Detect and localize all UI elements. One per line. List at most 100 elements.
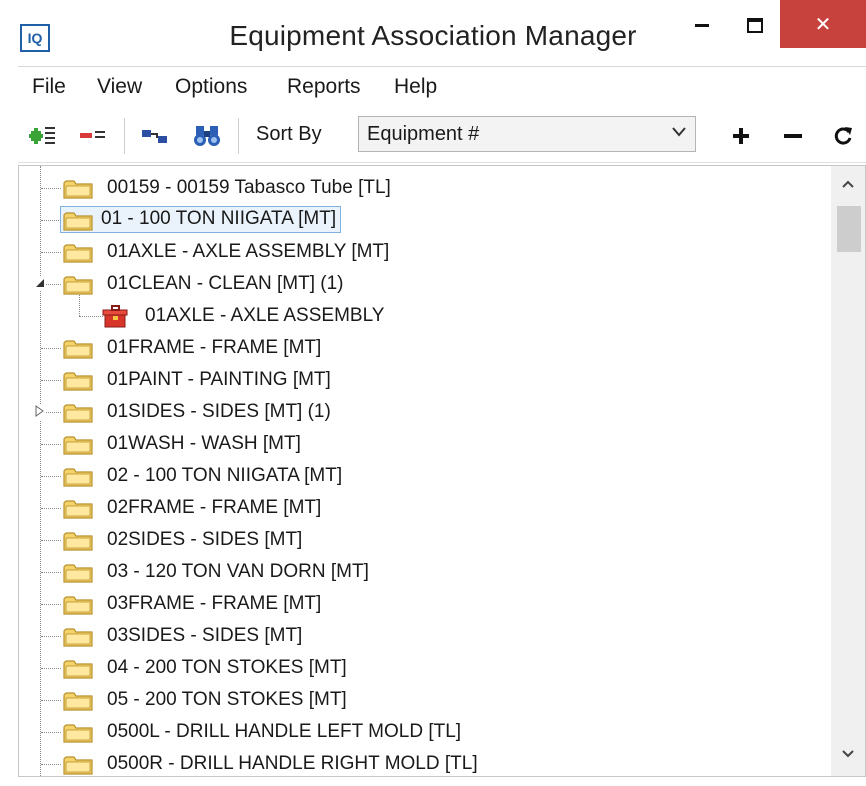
close-button[interactable]: ✕ xyxy=(780,0,866,48)
tree-item-label: 01WASH - WASH [MT] xyxy=(107,433,301,454)
tree-item[interactable]: 01SIDES - SIDES [MT] (1) xyxy=(19,396,829,428)
folder-icon xyxy=(63,467,93,487)
tree-guide-line xyxy=(41,476,61,477)
tree-guide-line xyxy=(41,636,61,637)
tree-item-label: 01AXLE - AXLE ASSEMBLY [MT] xyxy=(107,241,390,262)
tree-guide-line xyxy=(41,700,61,701)
expanded-triangle-icon[interactable] xyxy=(35,277,45,291)
folder-icon xyxy=(63,499,93,519)
toolbar: Sort By Equipment # xyxy=(18,110,866,163)
menu-reports[interactable]: Reports xyxy=(287,75,361,99)
tree-item-label: 01AXLE - AXLE ASSEMBLY xyxy=(145,305,385,326)
tree-guide-line xyxy=(41,380,61,381)
tree-guide-line xyxy=(41,764,61,765)
tree-guide-line xyxy=(41,668,61,669)
expand-all-button[interactable] xyxy=(726,122,756,150)
tree-item[interactable]: 0500R - DRILL HANDLE RIGHT MOLD [TL] xyxy=(19,748,829,776)
tree-guide-line xyxy=(41,572,61,573)
tree-item[interactable]: 01PAINT - PAINTING [MT] xyxy=(19,364,829,396)
folder-icon xyxy=(63,179,93,199)
tree-item[interactable]: 01AXLE - AXLE ASSEMBLY xyxy=(19,288,829,332)
equipment-tree[interactable]: 00159 - 00159 Tabasco Tube [TL] 01 - 100 … xyxy=(18,165,866,777)
scrollbar-thumb[interactable] xyxy=(837,206,861,252)
remove-association-icon xyxy=(80,131,105,138)
add-association-button[interactable] xyxy=(26,122,66,150)
menu-help[interactable]: Help xyxy=(394,75,437,99)
link-icon xyxy=(142,130,167,143)
tree-item[interactable]: 01AXLE - AXLE ASSEMBLY [MT] xyxy=(19,236,829,268)
menu-view[interactable]: View xyxy=(97,75,142,99)
tree-item[interactable]: 03SIDES - SIDES [MT] xyxy=(19,620,829,652)
tree-item[interactable]: 02FRAME - FRAME [MT] xyxy=(19,492,829,524)
tree-item-label: 04 - 200 TON STOKES [MT] xyxy=(107,657,347,678)
tree-item[interactable]: 01WASH - WASH [MT] xyxy=(19,428,829,460)
tree-guide-line xyxy=(41,252,61,253)
maximize-icon xyxy=(747,18,763,33)
chevron-down-icon xyxy=(672,127,686,137)
tree-item[interactable]: 02 - 100 TON NIIGATA [MT] xyxy=(19,460,829,492)
folder-icon xyxy=(63,595,93,615)
folder-icon xyxy=(63,275,93,295)
vertical-scrollbar[interactable] xyxy=(831,166,865,776)
maximize-button[interactable] xyxy=(733,4,777,48)
expand-plus-icon xyxy=(733,128,749,144)
collapsed-triangle-icon[interactable] xyxy=(35,405,45,420)
find-button[interactable] xyxy=(188,122,228,150)
folder-icon xyxy=(63,403,93,423)
tree-guide-line xyxy=(41,220,61,221)
folder-icon xyxy=(63,243,93,263)
sort-by-label: Sort By xyxy=(256,123,322,145)
tree-item[interactable]: 01CLEAN - CLEAN [MT] (1) xyxy=(19,268,829,300)
tree-item[interactable]: 05 - 200 TON STOKES [MT] xyxy=(19,684,829,716)
remove-association-button[interactable] xyxy=(74,122,114,150)
chevron-down-icon xyxy=(842,750,854,758)
tree-item-label: 01SIDES - SIDES [MT] (1) xyxy=(107,401,331,422)
tree-item-label: 02 - 100 TON NIIGATA [MT] xyxy=(107,465,343,486)
folder-icon xyxy=(63,531,93,551)
tree-item-label: 00159 - 00159 Tabasco Tube [TL] xyxy=(107,177,391,198)
link-button[interactable] xyxy=(136,122,176,150)
tree-guide-line xyxy=(41,732,61,733)
chevron-up-icon xyxy=(842,180,854,188)
tree-item[interactable]: 03FRAME - FRAME [MT] xyxy=(19,588,829,620)
tree-item-label: 0500L - DRILL HANDLE LEFT MOLD [TL] xyxy=(107,721,462,742)
folder-icon xyxy=(63,691,93,711)
tree-item[interactable]: 04 - 200 TON STOKES [MT] xyxy=(19,652,829,684)
tree-item-label: 01 - 100 TON NIIGATA [MT] xyxy=(59,206,342,233)
tree-item-label: 03FRAME - FRAME [MT] xyxy=(107,593,322,614)
menu-options[interactable]: Options xyxy=(175,75,247,99)
tree-item[interactable]: 00159 - 00159 Tabasco Tube [TL] xyxy=(19,172,829,204)
tree-guide-line xyxy=(41,444,61,445)
toolbar-separator xyxy=(124,118,125,154)
tree-item[interactable]: 03 - 120 TON VAN DORN [MT] xyxy=(19,556,829,588)
tree-item[interactable]: 01 - 100 TON NIIGATA [MT] xyxy=(19,204,829,236)
tree-item-label: 03SIDES - SIDES [MT] xyxy=(107,625,303,646)
sort-by-dropdown[interactable]: Equipment # xyxy=(358,116,696,152)
scroll-down-button[interactable] xyxy=(831,740,865,768)
tree-item[interactable]: 02SIDES - SIDES [MT] xyxy=(19,524,829,556)
tree-item[interactable]: 01FRAME - FRAME [MT] xyxy=(19,332,829,364)
tree-guide-line xyxy=(41,188,61,189)
tree-item[interactable]: 0500L - DRILL HANDLE LEFT MOLD [TL] xyxy=(19,716,829,748)
tree-item-label: 01FRAME - FRAME [MT] xyxy=(107,337,322,358)
add-association-icon xyxy=(29,127,55,144)
menu-file[interactable]: File xyxy=(32,75,66,99)
folder-icon xyxy=(63,659,93,679)
folder-icon xyxy=(63,755,93,775)
tree-item-label: 02FRAME - FRAME [MT] xyxy=(107,497,322,518)
tree-guide-line xyxy=(41,508,61,509)
folder-icon xyxy=(63,563,93,583)
tree-item-label: 01CLEAN - CLEAN [MT] (1) xyxy=(107,273,344,294)
refresh-button[interactable] xyxy=(828,122,858,150)
toolbar-separator xyxy=(238,118,239,154)
minimize-icon xyxy=(695,24,709,27)
title-bar: IQ Equipment Association Manager ✕ xyxy=(0,0,866,66)
collapse-all-button[interactable] xyxy=(778,122,808,150)
minimize-button[interactable] xyxy=(680,4,724,48)
tree-guide-line xyxy=(79,316,103,317)
scroll-up-button[interactable] xyxy=(831,170,865,198)
tree-item-label: 0500R - DRILL HANDLE RIGHT MOLD [TL] xyxy=(107,753,478,774)
collapse-minus-icon xyxy=(784,134,802,138)
close-icon: ✕ xyxy=(814,13,832,36)
folder-icon xyxy=(63,435,93,455)
